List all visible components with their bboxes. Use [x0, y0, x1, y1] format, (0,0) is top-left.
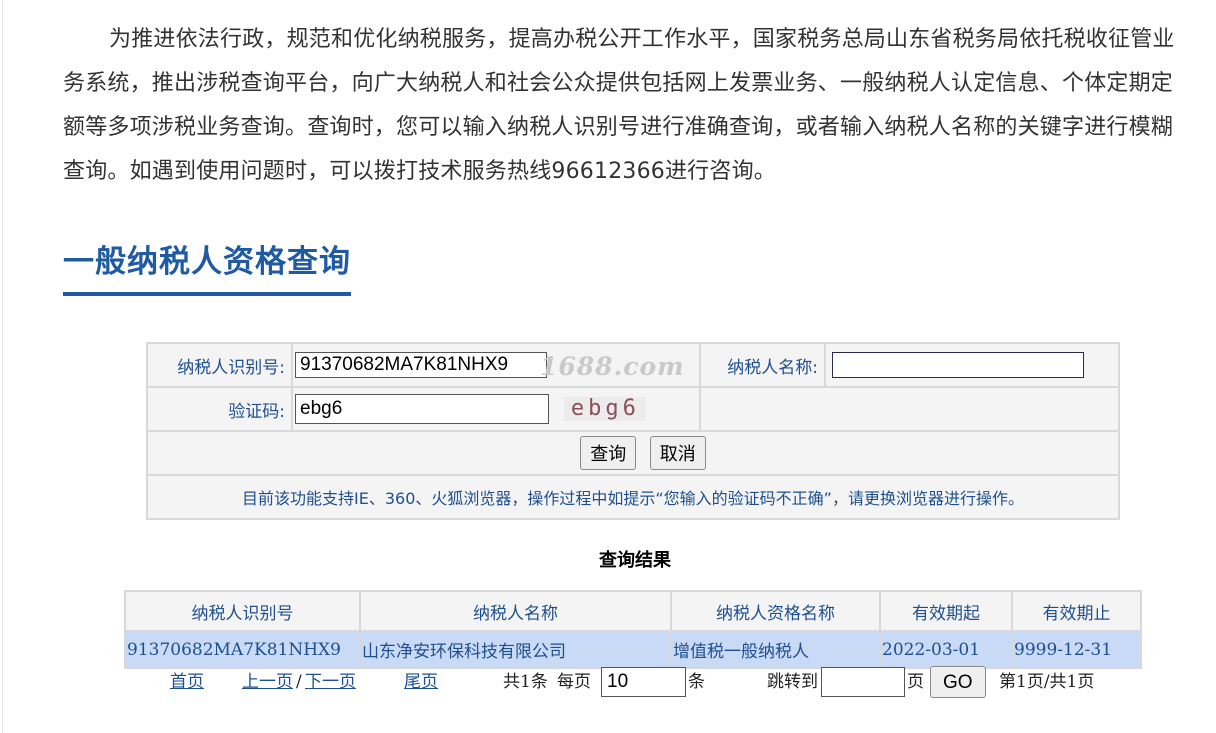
buttons-cell: 查询 取消 [146, 430, 1120, 476]
go-button[interactable]: GO [930, 666, 986, 698]
captcha-label: 验证码: [146, 386, 293, 432]
page-unit: 页 [907, 672, 924, 692]
taxpayer-id-label: 纳税人识别号: [146, 342, 293, 388]
intro-paragraph: 为推进依法行政，规范和优化纳税服务，提高办税公开工作水平，国家税务总局山东省税务… [63, 27, 1175, 184]
form-row-buttons: 查询 取消 [146, 430, 1120, 476]
table-row[interactable]: 91370682MA7K81NHX9 山东净安环保科技有限公司 增值税一般纳税人… [124, 630, 1142, 669]
per-page-input[interactable] [601, 667, 686, 697]
form-row-captcha: 验证码: ebg6 [146, 386, 1120, 432]
per-page-unit: 条 [688, 672, 705, 692]
per-page-label: 每页 [557, 672, 591, 692]
column-header[interactable]: 纳税人名称 [359, 590, 672, 632]
watermark-logo: 1688.com [540, 352, 685, 381]
left-border [2, 0, 3, 733]
captcha-input[interactable] [295, 394, 549, 424]
cancel-button[interactable]: 取消 [649, 436, 706, 470]
query-button[interactable]: 查询 [580, 436, 637, 470]
taxpayer-id-input[interactable] [295, 352, 547, 378]
taxpayer-name-label: 纳税人名称: [699, 342, 826, 388]
last-page-link[interactable]: 尾页 [404, 666, 438, 698]
captcha-image[interactable]: ebg6 [564, 397, 647, 421]
cell-taxpayer-name: 山东净安环保科技有限公司 [359, 630, 672, 669]
cell-valid-from: 2022-03-01 [879, 630, 1013, 669]
prev-page-link[interactable]: 上一页 [242, 666, 293, 698]
cell-valid-to: 9999-12-31 [1011, 630, 1142, 669]
page-info: 第1页/共1页 [999, 672, 1095, 692]
column-header[interactable]: 有效期起 [879, 590, 1013, 632]
pager-separator: / [296, 672, 302, 692]
section-title: 一般纳税人资格查询 [63, 240, 351, 296]
results-title: 查询结果 [599, 550, 671, 571]
total-count: 共1条 [503, 672, 548, 692]
taxpayer-name-input[interactable] [832, 352, 1084, 378]
column-header[interactable]: 纳税人识别号 [124, 590, 361, 632]
pagination: 首页 上一页 / 下一页 尾页 共1条 每页 条 跳转到 页 GO 第1页/共1… [0, 666, 1216, 698]
form-row-notice: 目前该功能支持IE、360、火狐浏览器，操作过程中如提示“您输入的验证码不正确”… [146, 474, 1120, 520]
first-page-link[interactable]: 首页 [170, 666, 204, 698]
column-header[interactable]: 有效期止 [1011, 590, 1142, 632]
cell-qualification: 增值税一般纳税人 [670, 630, 881, 669]
empty-cell [699, 386, 1120, 432]
results-table: 纳税人识别号 纳税人名称 纳税人资格名称 有效期起 有效期止 91370682M… [124, 590, 1142, 669]
jump-page-input[interactable] [821, 667, 905, 697]
browser-notice: 目前该功能支持IE、360、火狐浏览器，操作过程中如提示“您输入的验证码不正确”… [146, 474, 1120, 520]
next-page-link[interactable]: 下一页 [305, 666, 356, 698]
results-header-row: 纳税人识别号 纳税人名称 纳税人资格名称 有效期起 有效期止 [124, 590, 1142, 632]
taxpayer-name-cell [824, 342, 1120, 388]
captcha-cell: ebg6 [291, 386, 701, 432]
jump-label: 跳转到 [767, 672, 818, 692]
cell-taxpayer-id: 91370682MA7K81NHX9 [124, 630, 361, 669]
column-header[interactable]: 纳税人资格名称 [670, 590, 881, 632]
